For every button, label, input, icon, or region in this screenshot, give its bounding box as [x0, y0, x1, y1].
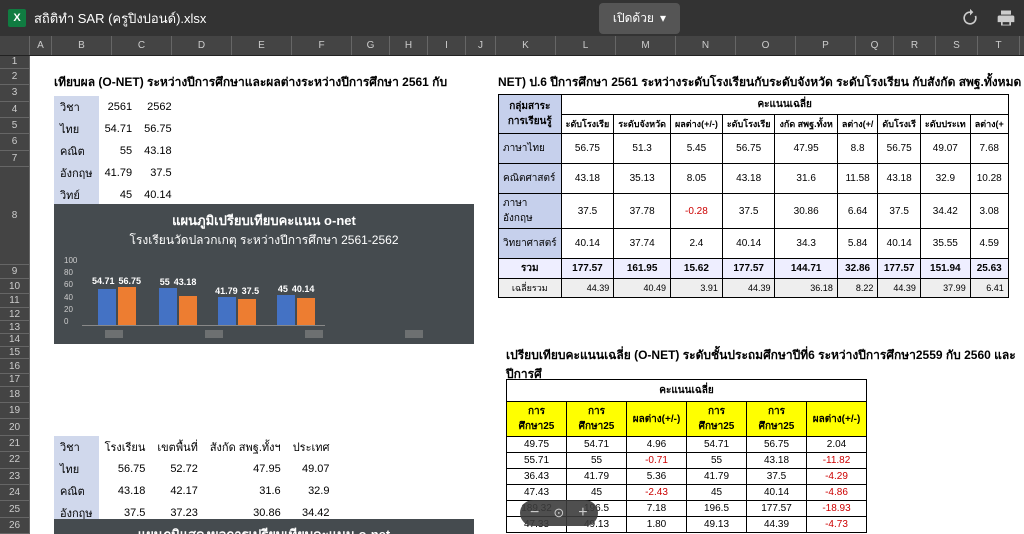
row-16[interactable]: 16	[0, 359, 30, 374]
zoom-in-icon[interactable]: +	[578, 504, 587, 522]
col-O[interactable]: O	[736, 36, 796, 55]
row-20[interactable]: 20	[0, 419, 30, 435]
row-17[interactable]: 17	[0, 374, 30, 387]
row-8[interactable]: 8	[0, 167, 30, 265]
col-H[interactable]: H	[390, 36, 428, 55]
chart-onet: แผนภูมิเปรียบเทียบคะแนน o-net โรงเรียนวั…	[54, 204, 474, 344]
col-B[interactable]: B	[52, 36, 112, 55]
row-2[interactable]: 2	[0, 69, 30, 85]
title-onet-compare: เทียบผล (O-NET) ระหว่างปีการศึกษาและผลต่…	[54, 73, 447, 92]
col-T[interactable]: T	[978, 36, 1020, 55]
row-1[interactable]: 1	[0, 56, 30, 69]
file-name: สถิติทำ SAR (ครูปิงปอนด์).xlsx	[34, 8, 599, 29]
col-S[interactable]: S	[936, 36, 978, 55]
row-22[interactable]: 22	[0, 452, 30, 468]
row-15[interactable]: 15	[0, 347, 30, 360]
column-header-row: ABCDEFGHIJKLMNOPQRST	[0, 36, 1024, 56]
row-7[interactable]: 7	[0, 151, 30, 167]
row-3[interactable]: 3	[0, 85, 30, 101]
row-14[interactable]: 14	[0, 334, 30, 347]
chart-legend	[64, 330, 464, 338]
zoom-out-icon[interactable]: −	[530, 504, 539, 522]
row-18[interactable]: 18	[0, 387, 30, 403]
row-23[interactable]: 23	[0, 469, 30, 485]
row-12[interactable]: 12	[0, 308, 30, 321]
row-24[interactable]: 24	[0, 485, 30, 501]
spreadsheet-body[interactable]: เทียบผล (O-NET) ระหว่างปีการศึกษาและผลต่…	[30, 56, 1024, 534]
col-M[interactable]: M	[616, 36, 676, 55]
col-Q[interactable]: Q	[856, 36, 894, 55]
col-J[interactable]: J	[466, 36, 496, 55]
col-D[interactable]: D	[172, 36, 232, 55]
refresh-icon[interactable]	[960, 8, 980, 28]
sheet-corner[interactable]	[0, 36, 30, 55]
table-score-levels: กลุ่มสาระการเรียนรู้คะแนนเฉลี่ยะดับโรงเร…	[498, 94, 1009, 298]
row-11[interactable]: 11	[0, 294, 30, 309]
col-I[interactable]: I	[428, 36, 466, 55]
caret-down-icon: ▾	[660, 11, 666, 25]
col-K[interactable]: K	[496, 36, 556, 55]
row-9[interactable]: 9	[0, 265, 30, 280]
app-header: X สถิติทำ SAR (ครูปิงปอนด์).xlsx เปิดด้ว…	[0, 0, 1024, 36]
col-F[interactable]: F	[292, 36, 352, 55]
row-10[interactable]: 10	[0, 279, 30, 294]
chart-title: แผนภูมิเปรียบเทียบคะแนน o-net	[64, 210, 464, 231]
print-icon[interactable]	[996, 8, 1016, 28]
zoom-reset-icon[interactable]: ⊙	[553, 505, 564, 521]
chart-bars: 54.7156.755543.1841.7937.54540.14	[82, 256, 325, 326]
col-C[interactable]: C	[112, 36, 172, 55]
col-L[interactable]: L	[556, 36, 616, 55]
chart-subtitle: โรงเรียนวัดปลวกเกตุ ระหว่างปีการศึกษา 25…	[64, 231, 464, 250]
open-with-button[interactable]: เปิดด้วย ▾	[599, 3, 680, 34]
col-R[interactable]: R	[894, 36, 936, 55]
row-21[interactable]: 21	[0, 436, 30, 452]
row-25[interactable]: 25	[0, 501, 30, 517]
excel-icon: X	[8, 9, 26, 27]
row-13[interactable]: 13	[0, 321, 30, 334]
col-N[interactable]: N	[676, 36, 736, 55]
chart-footer-title: แผนภูมิแสดงผลการเปรียบเทียบคะแนน o-net	[54, 519, 474, 534]
row-header-column: 1234567891011121314151617181920212223242…	[0, 56, 30, 534]
row-6[interactable]: 6	[0, 134, 30, 150]
row-26[interactable]: 26	[0, 518, 30, 534]
table-year-compare: วิชา25612562 ไทย54.7156.75 คณิต5543.18 อ…	[54, 96, 178, 206]
open-with-label: เปิดด้วย	[613, 9, 654, 28]
row-19[interactable]: 19	[0, 403, 30, 419]
chart-y-axis: 100806040200	[64, 256, 82, 326]
col-A[interactable]: A	[30, 36, 52, 55]
col-E[interactable]: E	[232, 36, 292, 55]
row-5[interactable]: 5	[0, 118, 30, 134]
col-P[interactable]: P	[796, 36, 856, 55]
row-4[interactable]: 4	[0, 102, 30, 118]
zoom-control[interactable]: − ⊙ +	[520, 500, 598, 526]
col-G[interactable]: G	[352, 36, 390, 55]
